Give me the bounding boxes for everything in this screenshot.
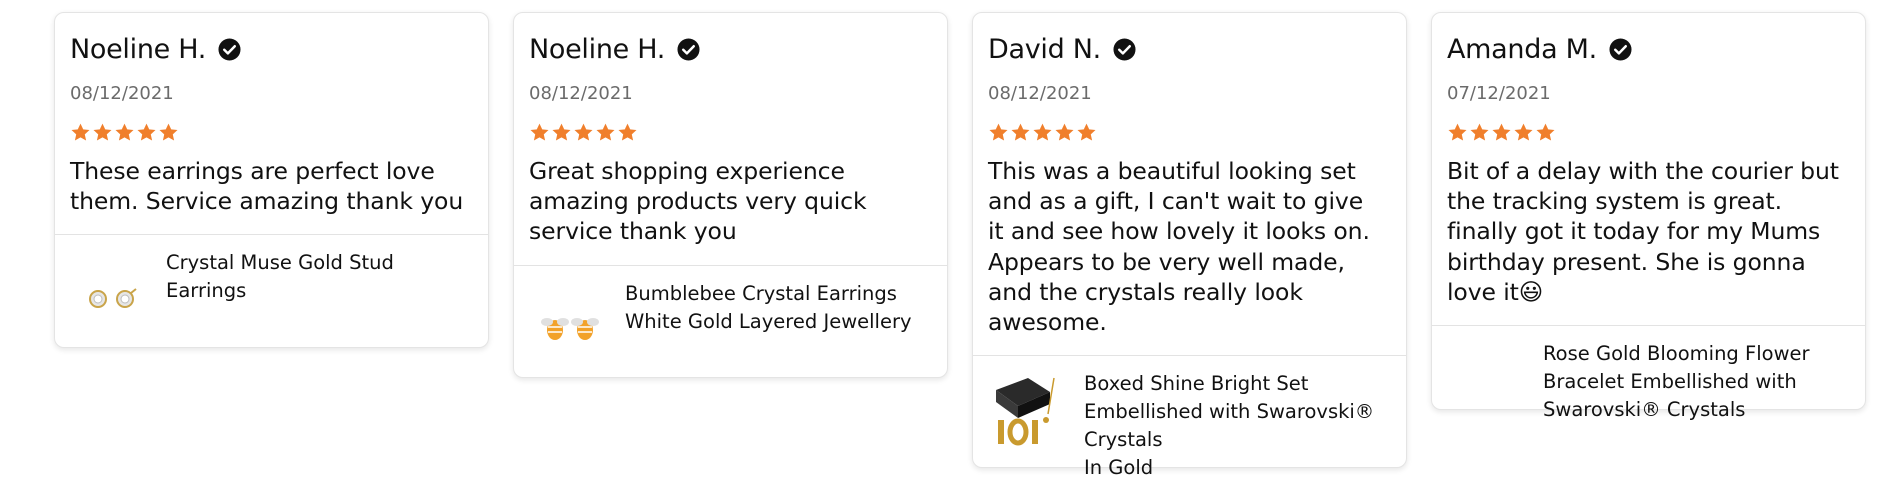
star-icon: [115, 123, 134, 141]
star-icon: [596, 123, 615, 141]
reviewer-name: Noeline H.: [529, 33, 666, 65]
review-text: These earrings are perfect love them. Se…: [70, 157, 464, 216]
star-icon: [1470, 123, 1489, 141]
check-circle-icon: [218, 37, 241, 61]
review-date: 08/12/2021: [70, 83, 174, 104]
review-card[interactable]: Noeline H. 08/12/2021 These earrings are…: [54, 12, 489, 348]
reviewed-product[interactable]: Rose Gold Blooming Flower Bracelet Embel…: [1432, 326, 1865, 440]
reviewer-name: David N.: [988, 33, 1101, 65]
star-icon: [618, 123, 637, 141]
check-circle-icon: [677, 37, 700, 61]
star-icon: [137, 123, 156, 141]
star-icon: [1055, 123, 1074, 141]
reviewed-product[interactable]: Boxed Shine Bright Set Embellished with …: [973, 356, 1406, 496]
author-line: Noeline H.: [70, 30, 473, 68]
product-name[interactable]: Boxed Shine Bright Set Embellished with …: [1084, 370, 1391, 482]
star-icon: [1514, 123, 1533, 141]
check-circle-icon: [1609, 37, 1632, 61]
product-name[interactable]: Crystal Muse Gold Stud Earrings: [166, 249, 473, 305]
star-icon: [989, 123, 1008, 141]
product-image[interactable]: [529, 286, 609, 366]
product-image[interactable]: [1447, 346, 1527, 426]
check-circle-icon: [1113, 37, 1136, 61]
star-icon: [552, 123, 571, 141]
star-icon: [1011, 123, 1030, 141]
product-image[interactable]: [70, 255, 150, 335]
star-icon: [1448, 123, 1467, 141]
review-date: 07/12/2021: [1447, 83, 1551, 104]
reviewer-name: Noeline H.: [70, 33, 207, 65]
reviewer-name: Amanda M.: [1447, 33, 1597, 65]
reviews-carousel: Noeline H. 08/12/2021 These earrings are…: [0, 0, 1898, 498]
review-date: 08/12/2021: [529, 83, 633, 104]
review-date: 08/12/2021: [988, 83, 1092, 104]
star-icon: [574, 123, 593, 141]
review-text: Bit of a delay with the courier but the …: [1447, 157, 1839, 306]
star-rating: [70, 122, 473, 146]
review-card[interactable]: Noeline H. 08/12/2021 Great shopping exp…: [513, 12, 948, 378]
star-icon: [1033, 123, 1052, 141]
star-icon: [1077, 123, 1096, 141]
review-text: Great shopping experience amazing produc…: [529, 157, 867, 246]
star-rating: [529, 122, 932, 146]
star-icon: [71, 123, 90, 141]
product-name[interactable]: Rose Gold Blooming Flower Bracelet Embel…: [1543, 340, 1850, 424]
star-icon: [1536, 123, 1555, 141]
author-line: Amanda M.: [1447, 30, 1850, 68]
product-image[interactable]: [988, 370, 1068, 450]
star-icon: [530, 123, 549, 141]
product-name[interactable]: Bumblebee Crystal Earrings White Gold La…: [625, 280, 932, 336]
star-icon: [93, 123, 112, 141]
reviewed-product[interactable]: Bumblebee Crystal Earrings White Gold La…: [514, 266, 947, 380]
review-text: This was a beautiful looking set and as …: [988, 157, 1370, 337]
star-rating: [988, 122, 1391, 146]
author-line: David N.: [988, 30, 1391, 68]
star-icon: [159, 123, 178, 141]
star-icon: [1492, 123, 1511, 141]
review-card[interactable]: David N. 08/12/2021 This was a beautiful…: [972, 12, 1407, 479]
reviewed-product[interactable]: Crystal Muse Gold Stud Earrings: [55, 235, 488, 349]
star-rating: [1447, 122, 1850, 146]
review-card[interactable]: Amanda M. 07/12/2021 Bit of a delay with…: [1431, 12, 1866, 421]
author-line: Noeline H.: [529, 30, 932, 68]
